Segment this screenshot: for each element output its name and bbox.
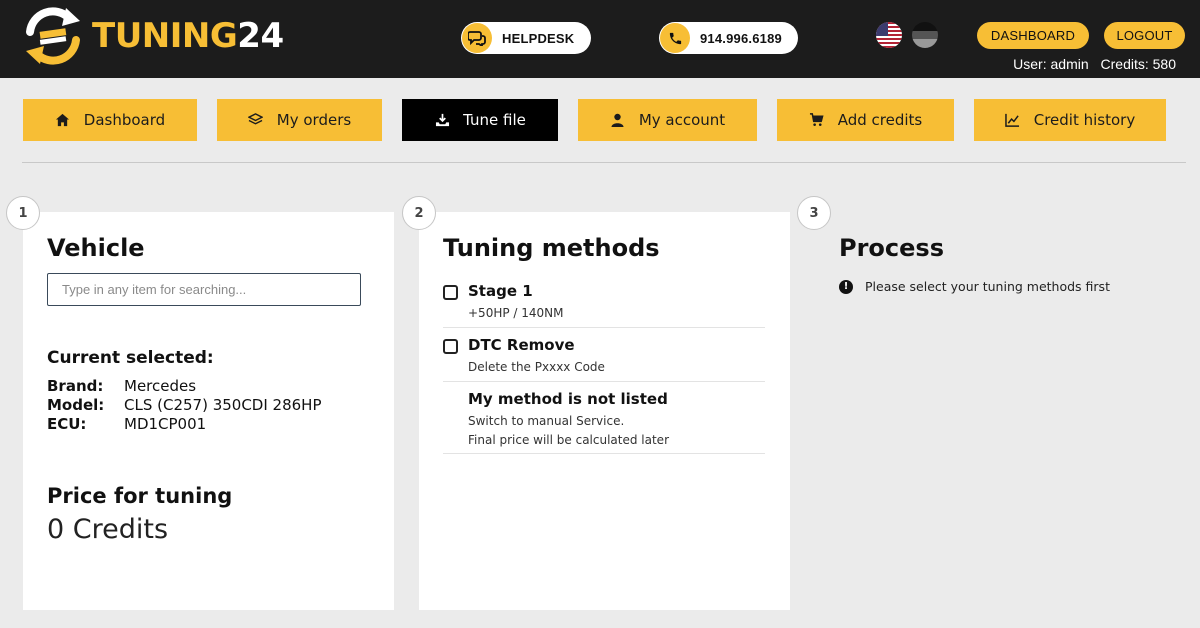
nav-add-credits-label: Add credits — [837, 111, 923, 129]
method-desc: Delete the Pxxxx Code — [468, 360, 605, 374]
layers-icon — [248, 112, 264, 128]
model-value: CLS (C257) 350CDI 286HP — [124, 396, 322, 414]
de-flag-icon[interactable] — [912, 22, 938, 48]
nav-my-account-label: My account — [638, 111, 726, 129]
method-desc-line1: Switch to manual Service. — [468, 414, 625, 428]
user-name-text: User: admin — [1013, 56, 1089, 72]
nav-credit-history[interactable]: Credit history — [974, 99, 1166, 141]
method-desc-line2: Final price will be calculated later — [468, 433, 669, 447]
price-value: 0 Credits — [47, 514, 169, 545]
dtc-remove-checkbox[interactable] — [443, 339, 458, 354]
helpdesk-button[interactable]: HELPDESK — [461, 22, 591, 54]
tuning-methods-title: Tuning methods — [443, 234, 660, 262]
process-title: Process — [839, 234, 944, 262]
process-message-text: Please select your tuning methods first — [865, 279, 1110, 294]
nav-tune-file-label: Tune file — [463, 111, 526, 129]
nav-dashboard-label: Dashboard — [83, 111, 166, 129]
us-flag-icon[interactable] — [876, 22, 902, 48]
stage1-checkbox[interactable] — [443, 285, 458, 300]
brand-wordmark: TUNING24 — [92, 19, 284, 53]
user-credits-text: Credits: 580 — [1100, 56, 1176, 72]
price-title: Price for tuning — [47, 484, 233, 508]
nav-add-credits[interactable]: Add credits — [777, 99, 954, 141]
user-info: User: admin Credits: 580 — [1005, 56, 1176, 72]
method-dtc-remove[interactable]: DTC Remove Delete the Pxxxx Code — [443, 334, 765, 382]
method-title: My method is not listed — [468, 390, 668, 408]
tuning-methods-card: Tuning methods Stage 1 +50HP / 140NM DTC… — [419, 212, 790, 610]
brand-wordmark-part2: 24 — [237, 16, 284, 56]
nav-my-orders[interactable]: My orders — [217, 99, 382, 141]
vehicle-search-input[interactable] — [47, 273, 361, 306]
brand-value: Mercedes — [124, 377, 197, 395]
nav-tune-file[interactable]: Tune file — [402, 99, 558, 141]
phone-icon — [660, 23, 690, 53]
step-number-3: 3 — [797, 196, 831, 230]
method-desc: +50HP / 140NM — [468, 306, 564, 320]
exclamation-icon: ! — [839, 279, 853, 294]
vehicle-title: Vehicle — [47, 234, 145, 262]
process-card: Process ! Please select your tuning meth… — [815, 212, 1186, 610]
step-number-1: 1 — [6, 196, 40, 230]
brand-wordmark-part1: TUNING — [92, 16, 238, 56]
model-key: Model: — [47, 396, 105, 414]
process-message: ! Please select your tuning methods firs… — [839, 279, 1110, 294]
phone-button[interactable]: 914.996.6189 — [659, 22, 798, 54]
cart-icon — [809, 112, 825, 128]
method-title: Stage 1 — [468, 282, 533, 300]
nav-divider — [22, 162, 1186, 163]
method-title: DTC Remove — [468, 336, 575, 354]
chart-icon — [1005, 112, 1021, 128]
nav-my-account[interactable]: My account — [578, 99, 757, 141]
nav-my-orders-label: My orders — [276, 111, 352, 129]
download-icon — [434, 112, 450, 128]
logo-arrows-icon — [26, 7, 80, 65]
method-not-listed[interactable]: My method is not listed Switch to manual… — [443, 388, 765, 454]
method-stage1[interactable]: Stage 1 +50HP / 140NM — [443, 280, 765, 328]
chat-bubbles-icon — [462, 23, 492, 53]
nav-credit-history-label: Credit history — [1033, 111, 1136, 129]
home-icon — [55, 112, 71, 128]
user-icon — [610, 112, 626, 128]
dashboard-button[interactable]: DASHBOARD — [977, 22, 1089, 49]
vehicle-card: Vehicle Current selected: Brand: Mercede… — [23, 212, 394, 610]
phone-label: 914.996.6189 — [700, 30, 782, 46]
step-number-2: 2 — [402, 196, 436, 230]
ecu-key: ECU: — [47, 415, 87, 433]
logout-button[interactable]: LOGOUT — [1104, 22, 1185, 49]
ecu-value: MD1CP001 — [124, 415, 207, 433]
nav-dashboard[interactable]: Dashboard — [23, 99, 197, 141]
top-header: TUNING24 HELPDESK 914.996.6189 DASHBOARD… — [0, 0, 1200, 78]
current-selected-title: Current selected: — [47, 348, 214, 368]
brand-logo[interactable]: TUNING24 — [22, 6, 284, 66]
helpdesk-label: HELPDESK — [502, 30, 575, 46]
brand-key: Brand: — [47, 377, 104, 395]
method-desc: Switch to manual Service. Final price wi… — [468, 412, 669, 450]
